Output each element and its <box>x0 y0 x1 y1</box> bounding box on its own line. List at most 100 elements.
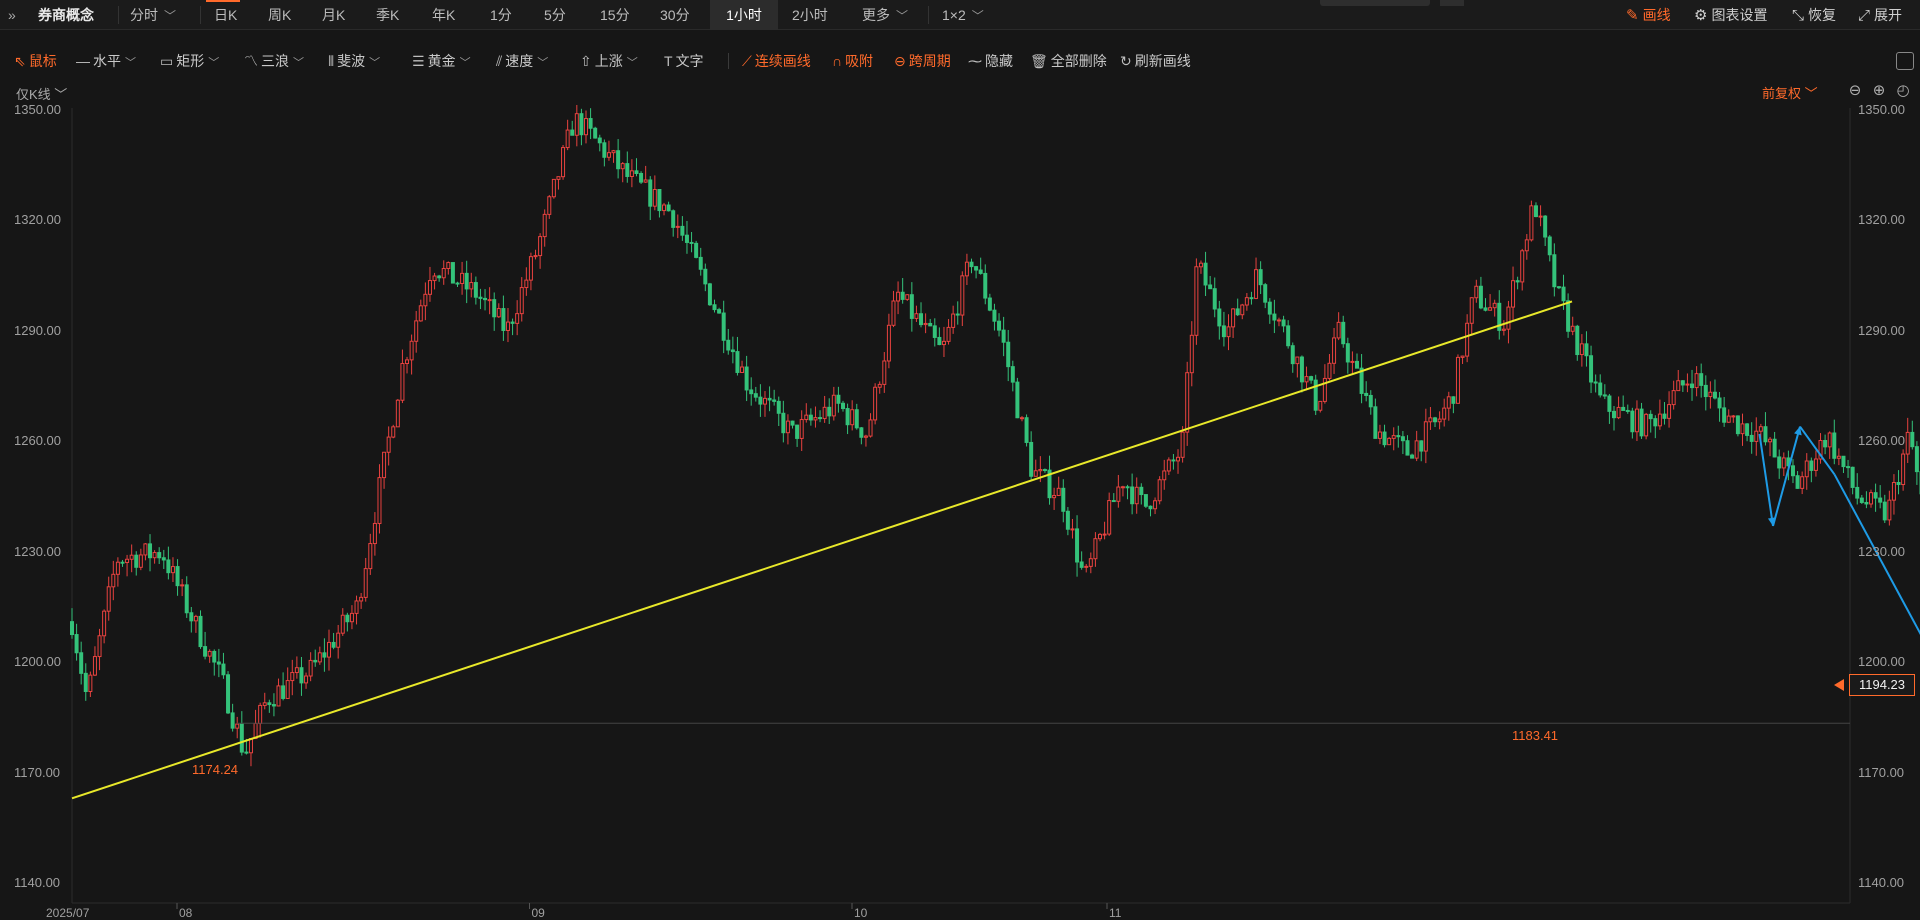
candle-body <box>1566 300 1571 332</box>
candle-body <box>487 299 492 302</box>
candle-body <box>1547 236 1552 256</box>
tool-hide[interactable]: ⁓ 隐藏 <box>968 47 1013 75</box>
period-fenshi[interactable]: 分时 ﹀ <box>130 0 176 30</box>
candle-body <box>244 751 249 754</box>
tool-cross-period[interactable]: ⊖ 跨周期 <box>894 47 951 75</box>
tool-text[interactable]: T 文字 <box>664 47 704 75</box>
period-week[interactable]: 周K <box>268 0 291 30</box>
tool-fibonacci[interactable]: ⦀ 斐波 ﹀ <box>328 47 380 75</box>
tool-three-wave[interactable]: 〽三浪 ﹀ <box>244 47 304 75</box>
candle-body <box>1396 435 1401 438</box>
tool-continuous-draw[interactable]: ⟋ 连续画线 <box>742 47 811 75</box>
candle-body <box>1607 395 1612 412</box>
candle-body <box>1790 465 1795 477</box>
candle-body <box>1671 390 1676 406</box>
candle-body <box>1263 284 1268 303</box>
candle-body <box>1639 408 1644 437</box>
candle-body <box>1717 397 1722 409</box>
candle-body <box>161 557 166 561</box>
candle-body <box>418 305 423 322</box>
expand-button[interactable]: ⤢ 展开 <box>1858 0 1902 30</box>
candle-body <box>1208 284 1213 290</box>
candle-body <box>703 268 708 285</box>
candle-body <box>313 659 318 663</box>
tool-rise[interactable]: ⇧ 上涨 ﹀ <box>580 47 638 75</box>
collapse-sidebar-icon[interactable]: » <box>8 6 30 24</box>
candle-body <box>712 304 717 311</box>
candle-body <box>1621 406 1626 411</box>
candle-body <box>414 320 419 342</box>
candle-body <box>528 256 533 281</box>
period-day[interactable]: 日K <box>214 0 237 30</box>
y-tick-label-right: 1260.00 <box>1858 433 1905 449</box>
candle-body <box>1855 486 1860 499</box>
candle-body <box>1437 418 1442 423</box>
zoom-in-icon[interactable]: ⊕ <box>1870 82 1888 100</box>
tool-delete-all[interactable]: 🗑 全部删除 <box>1030 47 1107 75</box>
candlestick-chart[interactable] <box>0 100 1920 920</box>
candle-body <box>744 366 749 391</box>
candle-body <box>409 340 414 361</box>
period-quarter[interactable]: 季K <box>376 0 399 30</box>
candle-body <box>152 552 157 559</box>
candle-body <box>395 399 400 428</box>
period-more[interactable]: 更多 ﹀ <box>862 0 908 30</box>
candle-body <box>1419 440 1424 452</box>
candle-body <box>345 614 350 623</box>
candle-body <box>886 324 891 362</box>
tool-rectangle[interactable]: ▭ 矩形 ﹀ <box>160 47 219 75</box>
candle-body <box>969 261 974 268</box>
period-5min[interactable]: 5分 <box>544 0 566 30</box>
period-2hour[interactable]: 2小时 <box>792 0 828 30</box>
candle-body <box>1355 360 1359 369</box>
candle-body <box>1891 481 1896 501</box>
candle-body <box>1511 280 1516 308</box>
candle-body <box>639 173 644 183</box>
zoom-out-icon[interactable]: ⊖ <box>1846 82 1864 100</box>
candle-body <box>1529 205 1534 241</box>
window-toggle-icon[interactable] <box>1896 52 1914 70</box>
period-30min[interactable]: 30分 <box>660 0 690 30</box>
candle-body <box>1644 413 1649 437</box>
chart-settings-button[interactable]: ⚙ 图表设置 <box>1694 0 1767 30</box>
candle-body <box>519 287 524 315</box>
candle-body <box>372 522 377 545</box>
candle-body <box>790 420 795 426</box>
candle-body <box>120 561 125 564</box>
candle-body <box>987 297 992 311</box>
candle-body <box>1180 431 1185 458</box>
tool-mouse[interactable]: ⇖ 鼠标 <box>14 47 57 75</box>
toolbar-button-edge[interactable] <box>1440 0 1464 6</box>
tool-refresh-lines[interactable]: ↻ 刷新画线 <box>1120 47 1191 75</box>
period-year[interactable]: 年K <box>432 0 455 30</box>
candle-body <box>166 559 171 574</box>
candle-body <box>707 283 712 306</box>
tool-horizontal[interactable]: — 水平 ﹀ <box>76 47 136 75</box>
tool-golden[interactable]: ☰ 黄金 ﹀ <box>412 47 471 75</box>
layout-selector[interactable]: 1×2 ﹀ <box>942 0 984 30</box>
candle-body <box>795 424 800 439</box>
candle-body <box>941 340 946 346</box>
candle-body <box>648 179 653 207</box>
candle-body <box>377 477 382 524</box>
reset-zoom-icon[interactable]: ◴ <box>1894 82 1912 100</box>
expand-icon: ⤢ <box>1858 7 1871 24</box>
candle-body <box>753 393 758 398</box>
period-15min[interactable]: 15分 <box>600 0 630 30</box>
period-1hour[interactable]: 1小时 <box>710 0 778 30</box>
tool-speed[interactable]: ⫽ 速度 ﹀ <box>496 47 548 75</box>
draw-line-button[interactable]: ✎ 画线 <box>1626 0 1671 30</box>
tool-snap[interactable]: ∩ 吸附 <box>832 47 873 75</box>
candle-body <box>1281 319 1286 327</box>
continuous-line-icon: ⟋ <box>742 53 752 69</box>
candle-body <box>680 225 685 236</box>
candle-body <box>83 672 88 692</box>
candle-body <box>125 558 130 564</box>
y-tick-label-left: 1170.00 <box>14 764 61 780</box>
candle-body <box>813 417 818 421</box>
restore-button[interactable]: ⤡ 恢复 <box>1792 0 1836 30</box>
period-month[interactable]: 月K <box>322 0 345 30</box>
candle-body <box>271 704 276 707</box>
search-box-edge[interactable] <box>1320 0 1430 6</box>
period-1min[interactable]: 1分 <box>490 0 512 30</box>
